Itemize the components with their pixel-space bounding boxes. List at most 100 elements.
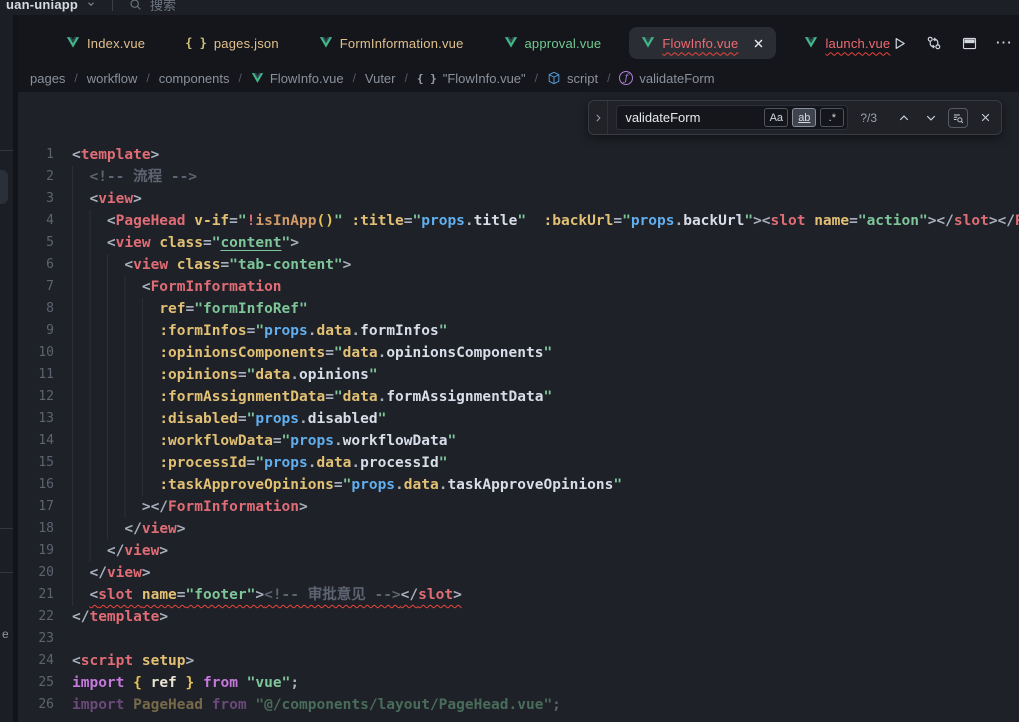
line-number[interactable]: 13 <box>18 408 72 430</box>
code-line[interactable]: 21 <slot name="footer"><!-- 审批意见 --></sl… <box>18 584 1019 606</box>
line-number[interactable]: 25 <box>18 672 72 694</box>
breadcrumb-item-components[interactable]: components <box>159 71 230 86</box>
code-line[interactable]: 9 :formInfos="props.data.formInfos" <box>18 320 1019 342</box>
line-number[interactable]: 3 <box>18 188 72 210</box>
code-line[interactable]: 17 ></FormInformation> <box>18 496 1019 518</box>
line-number[interactable]: 18 <box>18 518 72 540</box>
line-number[interactable]: 17 <box>18 496 72 518</box>
code-line[interactable]: 16 :taskApproveOpinions="props.data.task… <box>18 474 1019 496</box>
code-line[interactable]: 13 :disabled="props.disabled" <box>18 408 1019 430</box>
tab-forminformation-vue[interactable]: FormInformation.vue <box>299 27 484 59</box>
line-number[interactable]: 2 <box>18 166 72 188</box>
indent-guides <box>72 474 159 496</box>
breadcrumb-item-validateform[interactable]: ƒ validateForm <box>619 71 714 86</box>
code-line[interactable]: 11 :opinions="data.opinions" <box>18 364 1019 386</box>
tab-flowinfo-vue-active[interactable]: FlowInfo.vue <box>629 27 776 59</box>
command-center-search[interactable]: 搜索 <box>129 0 176 14</box>
indent-guides <box>72 386 159 408</box>
indent-guides <box>72 254 124 276</box>
line-number[interactable]: 12 <box>18 386 72 408</box>
search-placeholder: 搜索 <box>150 0 176 14</box>
line-number[interactable]: 8 <box>18 298 72 320</box>
next-match-icon[interactable] <box>921 108 941 128</box>
indent-guides <box>72 496 142 518</box>
regex-toggle[interactable]: .* <box>820 108 844 127</box>
breadcrumb-item-flowinfo-symbol[interactable]: { } "FlowInfo.vue" <box>417 71 526 86</box>
chevron-down-icon[interactable] <box>86 0 96 9</box>
tab-approval-vue[interactable]: approval.vue <box>484 27 622 59</box>
find-results-count: ?/3 <box>860 111 877 125</box>
find-input[interactable] <box>625 110 760 125</box>
line-number[interactable]: 6 <box>18 254 72 276</box>
code-line[interactable]: 1<template> <box>18 144 1019 166</box>
line-number[interactable]: 5 <box>18 232 72 254</box>
indent-guides <box>72 562 89 584</box>
code-line[interactable]: 14 :workflowData="props.workflowData" <box>18 430 1019 452</box>
code-line[interactable]: 8 ref="formInfoRef" <box>18 298 1019 320</box>
line-number[interactable]: 1 <box>18 144 72 166</box>
whole-word-toggle[interactable]: ab <box>792 108 816 127</box>
line-number[interactable]: 21 <box>18 584 72 606</box>
code-line[interactable]: 2 <!-- 流程 --> <box>18 166 1019 188</box>
line-number[interactable]: 22 <box>18 606 72 628</box>
line-number[interactable]: 11 <box>18 364 72 386</box>
code-line[interactable]: 24<script setup> <box>18 650 1019 672</box>
breadcrumb-item-vuter[interactable]: Vuter <box>365 71 396 86</box>
close-icon[interactable] <box>753 38 764 49</box>
code-line[interactable]: 15 :processId="props.data.processId" <box>18 452 1019 474</box>
line-number[interactable]: 20 <box>18 562 72 584</box>
code-line[interactable]: 18 </view> <box>18 518 1019 540</box>
line-number[interactable]: 24 <box>18 650 72 672</box>
project-name[interactable]: uan-uniapp <box>6 0 78 12</box>
code-line[interactable]: 5 <view class="content"> <box>18 232 1019 254</box>
code-line[interactable]: 23 <box>18 628 1019 650</box>
code-line[interactable]: 19 </view> <box>18 540 1019 562</box>
code-line[interactable]: 20 </view> <box>18 562 1019 584</box>
code-lines[interactable]: 1<template>2 <!-- 流程 -->3 <view>4 <PageH… <box>18 144 1019 722</box>
code-line[interactable]: 4 <PageHead v-if="!isInApp()" :title="pr… <box>18 210 1019 232</box>
code-line[interactable]: 3 <view> <box>18 188 1019 210</box>
line-number[interactable]: 9 <box>18 320 72 342</box>
line-number[interactable]: 16 <box>18 474 72 496</box>
find-in-selection-icon[interactable] <box>948 108 968 128</box>
vue-icon <box>251 72 264 85</box>
code-line[interactable]: 10 :opinionsComponents="data.opinionsCom… <box>18 342 1019 364</box>
line-number[interactable]: 4 <box>18 210 72 232</box>
line-number[interactable]: 15 <box>18 452 72 474</box>
tab-index-vue[interactable]: Index.vue <box>46 27 165 59</box>
breadcrumb-item-pages[interactable]: pages <box>30 71 65 86</box>
code-text: :formAssignmentData="data.formAssignment… <box>72 386 552 408</box>
line-number[interactable]: 19 <box>18 540 72 562</box>
breadcrumb-item-flowinfo[interactable]: FlowInfo.vue <box>251 71 344 86</box>
line-number[interactable]: 14 <box>18 430 72 452</box>
code-line[interactable]: 12 :formAssignmentData="data.formAssignm… <box>18 386 1019 408</box>
breadcrumb-item-script[interactable]: script <box>547 71 598 86</box>
toggle-replace-icon[interactable] <box>589 101 608 134</box>
title-bar: uan-uniapp 搜索 <box>0 0 1019 15</box>
code-text: <template> <box>72 144 159 166</box>
code-line[interactable]: 26import PageHead from "@/components/lay… <box>18 694 1019 716</box>
open-changes-icon[interactable] <box>921 30 947 56</box>
previous-match-icon[interactable] <box>894 108 914 128</box>
vue-icon <box>641 36 655 50</box>
line-number[interactable]: 7 <box>18 276 72 298</box>
close-find-icon[interactable] <box>975 108 995 128</box>
tab-pages-json[interactable]: { } pages.json <box>165 27 299 59</box>
code-line[interactable]: 25import { ref } from "vue"; <box>18 672 1019 694</box>
code-line[interactable]: 6 <view class="tab-content"> <box>18 254 1019 276</box>
split-editor-icon[interactable] <box>956 30 982 56</box>
run-icon[interactable] <box>886 30 912 56</box>
code-text: import PageHead from "@/components/layou… <box>72 694 561 716</box>
match-case-toggle[interactable]: Aa <box>764 108 788 127</box>
editor-actions: ⋯ <box>886 25 1019 61</box>
line-number[interactable]: 10 <box>18 342 72 364</box>
indent-guides <box>72 364 159 386</box>
line-number[interactable]: 26 <box>18 694 72 716</box>
more-actions-icon[interactable]: ⋯ <box>991 30 1017 56</box>
breadcrumb-item-workflow[interactable]: workflow <box>87 71 138 86</box>
code-line[interactable]: 7 <FormInformation <box>18 276 1019 298</box>
line-number[interactable]: 23 <box>18 628 72 650</box>
code-line[interactable]: 22</template> <box>18 606 1019 628</box>
indent-guides <box>72 584 89 606</box>
editor-pane[interactable]: Aa ab .* ?/3 1<template>2 <!-- 流程 -->3 <… <box>18 92 1019 722</box>
